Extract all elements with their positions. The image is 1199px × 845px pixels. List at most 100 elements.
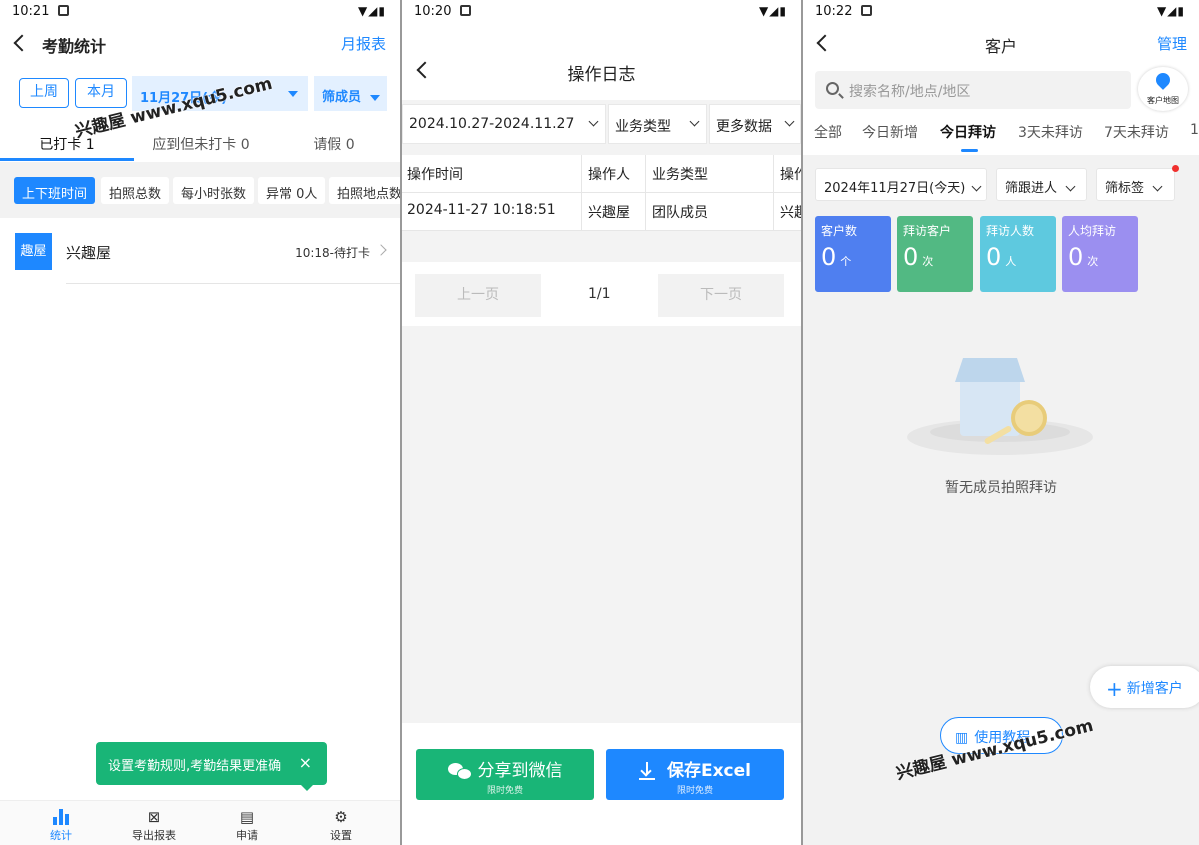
- stat-value: 0: [1068, 243, 1084, 271]
- chevron-right-icon: [375, 244, 387, 256]
- tab-unvisited-3-days[interactable]: 3天未拜访: [1018, 122, 1083, 142]
- date-range-select[interactable]: 2024.10.27-2024.11.27: [402, 104, 606, 144]
- active-tab-indicator: [961, 149, 978, 152]
- page-indicator: 1/1: [588, 286, 611, 302]
- tab-unvisited-7-days[interactable]: 7天未拜访: [1104, 122, 1169, 142]
- toast-tail: [301, 785, 313, 791]
- wechat-icon: [447, 762, 472, 780]
- tab-more[interactable]: 1: [1190, 122, 1199, 138]
- search-placeholder: 搜索名称/地点/地区: [849, 84, 971, 100]
- share-sub: 限时免费: [486, 786, 523, 796]
- date-filter[interactable]: 2024年11月27日(今天): [815, 168, 987, 201]
- prev-page-button[interactable]: 上一页: [415, 274, 541, 317]
- status-time: 10:20: [414, 4, 452, 19]
- this-month-button[interactable]: 本月: [75, 78, 127, 108]
- notification-icon: [58, 5, 69, 16]
- stat-unit: 次: [922, 255, 934, 268]
- empty-state-illustration: [907, 358, 1093, 455]
- export-excel-icon: ⊠: [147, 808, 161, 826]
- signal-battery-icon: ▼◢▮: [357, 4, 386, 18]
- page-title: 操作日志: [567, 65, 636, 85]
- tab-leave[interactable]: 请假 0: [268, 134, 400, 154]
- tab-checked-in[interactable]: 已打卡 1: [0, 134, 134, 154]
- chip-work-time[interactable]: 上下班时间: [14, 177, 96, 204]
- customer-map-button[interactable]: 客户地图: [1138, 67, 1188, 111]
- stat-card-avg-visits[interactable]: 人均拜访 0次: [1062, 216, 1138, 292]
- stat-card-customers[interactable]: 客户数 0个: [815, 216, 891, 292]
- stat-card-visitors[interactable]: 拜访人数 0人: [980, 216, 1056, 292]
- chevron-down-icon: [689, 116, 700, 127]
- empty-state-text: 暂无成员拍照拜访: [945, 480, 1057, 496]
- tab-not-checked-in[interactable]: 应到但未打卡 0: [134, 134, 268, 154]
- business-type-label: 业务类型: [615, 119, 671, 135]
- chip-photo-locations[interactable]: 拍照地点数: [329, 177, 400, 204]
- status-bar: 10:22 ▼◢▮: [803, 0, 1199, 24]
- member-status: 10:18-待打卡: [295, 246, 370, 260]
- add-customer-button[interactable]: + 新增客户: [1090, 666, 1199, 708]
- stat-label: 拜访客户: [903, 224, 952, 238]
- map-pin-icon: [1153, 70, 1173, 90]
- stat-value: 0: [986, 243, 1002, 271]
- tab-visited-today[interactable]: 今日拜访: [940, 122, 996, 142]
- active-tab-indicator: [0, 158, 134, 161]
- table-cell: 兴趣: [780, 205, 801, 221]
- customer-screen: 10:22 ▼◢▮ 客户 管理 搜索名称/地点/地区 客户地图 全部 今日新增 …: [803, 0, 1199, 845]
- back-icon[interactable]: [13, 34, 31, 52]
- chevron-down-icon: [972, 181, 982, 192]
- share-label: 分享到微信: [477, 761, 563, 781]
- operation-log-screen: 10:20 ▼◢▮ 操作日志 2024.10.27-2024.11.27 业务类…: [402, 0, 801, 845]
- business-type-select[interactable]: 业务类型: [608, 104, 707, 144]
- tab-all[interactable]: 全部: [814, 122, 842, 142]
- nav-settings-label: 设置: [330, 829, 352, 842]
- monthly-report-link[interactable]: 月报表: [341, 33, 386, 54]
- last-week-button[interactable]: 上周: [19, 78, 69, 108]
- stat-card-visited-customers[interactable]: 拜访客户 0次: [897, 216, 973, 292]
- next-page-button[interactable]: 下一页: [658, 274, 784, 317]
- divider: [66, 283, 400, 284]
- status-time: 10:21: [12, 4, 50, 19]
- nav-stats[interactable]: 统计: [31, 807, 91, 843]
- column-header: 操作: [780, 167, 801, 183]
- tag-filter[interactable]: 筛标签: [1096, 168, 1175, 201]
- member-filter[interactable]: 筛成员: [314, 76, 387, 111]
- more-data-label: 更多数据: [716, 119, 772, 135]
- customer-map-label: 客户地图: [1147, 96, 1179, 105]
- chip-photo-total[interactable]: 拍照总数: [101, 177, 170, 204]
- page-title: 客户: [984, 37, 1017, 56]
- save-sub: 限时免费: [676, 786, 713, 796]
- pagination: 上一页 1/1 下一页: [402, 262, 801, 326]
- page-title: 考勤统计: [42, 37, 107, 56]
- share-wechat-button[interactable]: 分享到微信 限时免费: [416, 749, 594, 800]
- nav-export[interactable]: ⊠ 导出报表: [124, 807, 184, 843]
- chevron-down-icon: [1065, 181, 1076, 192]
- stat-unit: 次: [1087, 255, 1099, 268]
- toast-tip[interactable]: 设置考勤规则,考勤结果更准确 ×: [96, 742, 327, 791]
- follower-filter[interactable]: 筛跟进人: [996, 168, 1087, 201]
- save-label: 保存Excel: [666, 761, 751, 781]
- chip-photos-per-hour[interactable]: 每小时张数: [173, 177, 255, 204]
- bar-chart-icon: [52, 809, 70, 825]
- stat-unit: 人: [1005, 255, 1017, 268]
- chip-abnormal[interactable]: 异常 0人: [258, 177, 326, 204]
- member-name: 兴趣屋: [66, 244, 112, 262]
- stat-label: 客户数: [821, 224, 858, 238]
- tag-filter-label: 筛标签: [1105, 181, 1145, 196]
- signal-battery-icon: ▼◢▮: [1156, 4, 1185, 18]
- manage-link[interactable]: 管理: [1157, 33, 1187, 54]
- table-cell: 兴趣屋: [588, 205, 630, 221]
- close-icon[interactable]: ×: [299, 753, 312, 772]
- tab-new-today[interactable]: 今日新增: [862, 122, 918, 142]
- table-cell: 团队成员: [652, 205, 708, 221]
- date-filter-value: 2024年11月27日(今天): [824, 181, 966, 196]
- download-icon: [638, 762, 655, 780]
- attendance-stats-screen: 10:21 ▼◢▮ 考勤统计 月报表 上周 本月 11月27日(今) 筛成员 已…: [0, 0, 400, 845]
- stat-label: 人均拜访: [1068, 224, 1117, 238]
- more-data-select[interactable]: 更多数据: [709, 104, 801, 144]
- member-filter-label: 筛成员: [322, 90, 362, 105]
- save-excel-button[interactable]: 保存Excel 限时免费: [606, 749, 784, 800]
- search-input[interactable]: 搜索名称/地点/地区: [815, 71, 1131, 109]
- status-bar: 10:20 ▼◢▮: [402, 0, 801, 24]
- nav-settings[interactable]: ⚙ 设置: [311, 807, 371, 843]
- caret-down-icon: [288, 91, 298, 97]
- nav-apply[interactable]: ▤ 申请: [217, 807, 277, 843]
